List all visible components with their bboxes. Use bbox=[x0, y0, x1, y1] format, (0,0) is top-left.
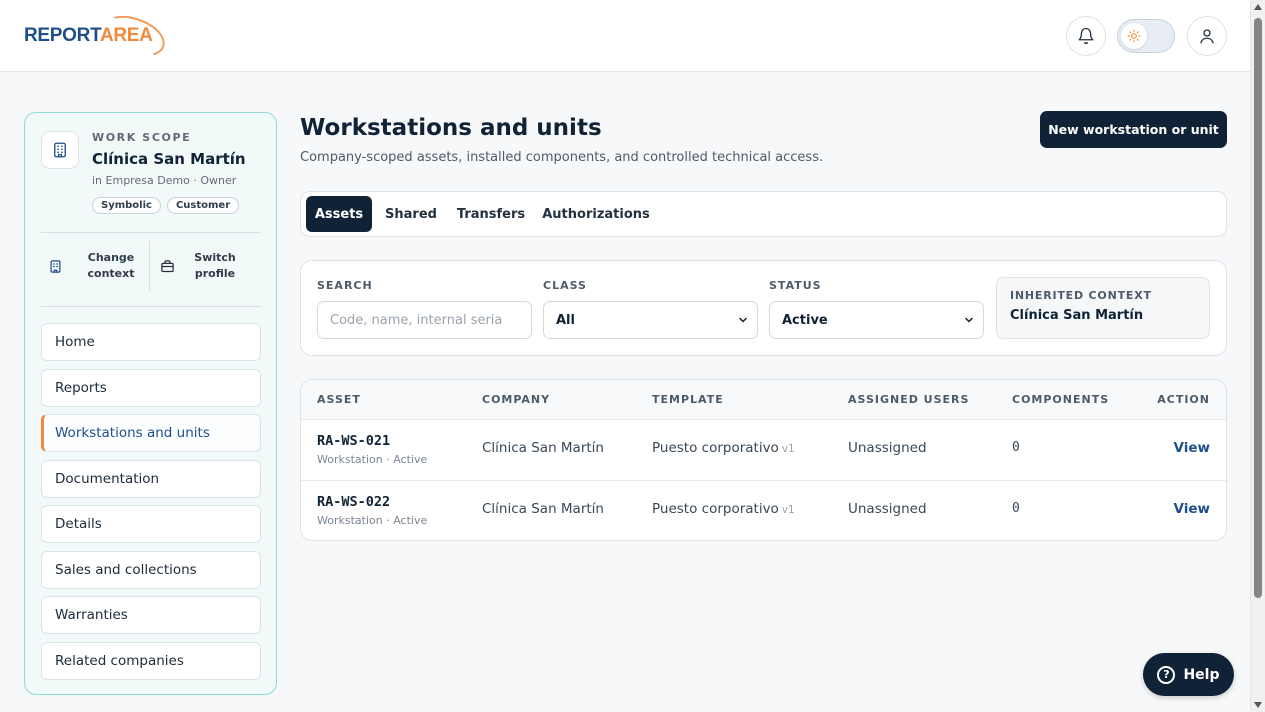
status-select-value: Active bbox=[782, 312, 828, 328]
help-circle-icon: ? bbox=[1157, 665, 1176, 684]
help-label: Help bbox=[1183, 666, 1220, 683]
context-actions: Change context Switch profile bbox=[41, 241, 261, 291]
assets-table: ASSET COMPANY TEMPLATE ASSIGNED USERS CO… bbox=[300, 379, 1227, 541]
building-icon bbox=[41, 131, 79, 169]
table-row[interactable]: RA-WS-022 Workstation · Active Clínica S… bbox=[301, 480, 1226, 540]
work-scope-subtitle: in Empresa Demo · Owner bbox=[92, 174, 237, 187]
asset-assigned-users: Unassigned bbox=[848, 501, 927, 517]
asset-code[interactable]: RA-WS-022 bbox=[317, 494, 390, 510]
tab-bar: Assets Shared Transfers Authorizations bbox=[300, 191, 1227, 237]
scroll-up-arrow-icon[interactable] bbox=[1254, 4, 1262, 10]
class-label: CLASS bbox=[543, 279, 587, 292]
switch-profile-button[interactable]: Switch profile bbox=[157, 241, 239, 291]
chevron-down-icon bbox=[965, 317, 973, 323]
asset-template: Puesto corporativo v1 bbox=[652, 440, 795, 456]
logo-arc bbox=[97, 8, 171, 64]
work-scope-name: Clínica San Martín bbox=[92, 150, 246, 168]
asset-meta: Workstation · Active bbox=[317, 453, 428, 466]
status-label: STATUS bbox=[769, 279, 822, 292]
work-scope-label: WORK SCOPE bbox=[92, 131, 192, 144]
template-name: Puesto corporativo bbox=[652, 501, 779, 517]
tab-transfers[interactable]: Transfers bbox=[451, 196, 531, 232]
column-header-action: ACTION bbox=[1157, 393, 1210, 406]
change-context-button[interactable]: Change context bbox=[45, 241, 135, 291]
tab-assets[interactable]: Assets bbox=[306, 196, 372, 232]
theme-toggle-knob bbox=[1121, 23, 1147, 49]
sidebar-item-details[interactable]: Details bbox=[41, 505, 261, 543]
class-select-value: All bbox=[556, 312, 575, 328]
logo-text-part1: REPORT bbox=[24, 25, 100, 46]
asset-components-count: 0 bbox=[1012, 501, 1020, 516]
user-icon bbox=[1200, 29, 1214, 44]
asset-company: Clínica San Martín bbox=[482, 501, 604, 517]
template-name: Puesto corporativo bbox=[652, 440, 779, 456]
sidebar-item-workstations[interactable]: Workstations and units bbox=[41, 414, 261, 452]
sidebar: WORK SCOPE Clínica San Martín in Empresa… bbox=[24, 112, 277, 695]
sidebar-item-sales[interactable]: Sales and collections bbox=[41, 550, 261, 589]
user-menu-button[interactable] bbox=[1187, 16, 1227, 56]
top-bar: REPORTAREA bbox=[0, 0, 1250, 72]
change-context-label: Change context bbox=[87, 251, 135, 280]
sun-icon bbox=[1127, 29, 1141, 43]
search-label: SEARCH bbox=[317, 279, 373, 292]
page-scrollbar[interactable] bbox=[1250, 0, 1265, 712]
sidebar-item-documentation[interactable]: Documentation bbox=[41, 459, 261, 498]
asset-code[interactable]: RA-WS-021 bbox=[317, 433, 390, 449]
asset-company: Clínica San Martín bbox=[482, 440, 604, 456]
asset-components-count: 0 bbox=[1012, 440, 1020, 455]
filter-panel: SEARCH Code, name, internal seria CLASS … bbox=[300, 260, 1227, 356]
table-row[interactable]: RA-WS-021 Workstation · Active Clínica S… bbox=[301, 420, 1226, 480]
scroll-down-arrow-icon[interactable] bbox=[1254, 702, 1262, 708]
template-version: v1 bbox=[781, 443, 795, 455]
class-select[interactable]: All bbox=[543, 301, 758, 339]
status-select[interactable]: Active bbox=[769, 301, 984, 339]
tab-authorizations[interactable]: Authorizations bbox=[539, 196, 653, 232]
column-header-asset: ASSET bbox=[317, 393, 361, 406]
inherited-context-value: Clínica San Martín bbox=[1010, 308, 1144, 323]
asset-meta: Workstation · Active bbox=[317, 514, 428, 527]
sidebar-item-warranties[interactable]: Warranties bbox=[41, 596, 261, 634]
column-header-template: TEMPLATE bbox=[652, 393, 724, 406]
sidebar-item-home[interactable]: Home bbox=[41, 323, 261, 361]
page-subtitle: Company-scoped assets, installed compone… bbox=[300, 150, 824, 165]
inherited-context-label: INHERITED CONTEXT bbox=[1010, 289, 1152, 302]
page-title: Workstations and units bbox=[300, 115, 602, 141]
view-link[interactable]: View bbox=[1174, 501, 1210, 517]
asset-assigned-users: Unassigned bbox=[848, 440, 927, 456]
inherited-context-box: INHERITED CONTEXT Clínica San Martín bbox=[996, 277, 1210, 339]
column-header-company: COMPANY bbox=[482, 393, 551, 406]
scope-chips: Symbolic Customer bbox=[92, 197, 240, 214]
view-link[interactable]: View bbox=[1174, 440, 1210, 456]
sidebar-item-related-companies[interactable]: Related companies bbox=[41, 641, 261, 680]
briefcase-icon bbox=[157, 256, 177, 276]
notifications-button[interactable] bbox=[1066, 16, 1106, 56]
switch-profile-label: Switch profile bbox=[194, 251, 236, 280]
bell-icon bbox=[1078, 27, 1094, 45]
asset-template: Puesto corporativo v1 bbox=[652, 501, 795, 517]
reportarea-logo[interactable]: REPORTAREA bbox=[24, 8, 171, 64]
new-workstation-button[interactable]: New workstation or unit bbox=[1040, 111, 1227, 148]
template-version: v1 bbox=[781, 504, 795, 516]
divider bbox=[41, 306, 261, 307]
theme-toggle[interactable] bbox=[1117, 19, 1175, 53]
tab-shared[interactable]: Shared bbox=[379, 196, 443, 232]
chip-symbolic: Symbolic bbox=[92, 197, 161, 214]
column-header-components: COMPONENTS bbox=[1012, 393, 1110, 406]
context-separator bbox=[149, 241, 150, 291]
search-input[interactable]: Code, name, internal seria bbox=[317, 301, 532, 339]
help-button[interactable]: ? Help bbox=[1143, 653, 1234, 696]
column-header-assigned-users: ASSIGNED USERS bbox=[848, 393, 970, 406]
building-small-icon bbox=[45, 256, 65, 276]
sidebar-item-reports[interactable]: Reports bbox=[41, 368, 261, 407]
table-header: ASSET COMPANY TEMPLATE ASSIGNED USERS CO… bbox=[301, 380, 1226, 420]
chevron-down-icon bbox=[739, 317, 747, 323]
divider bbox=[41, 232, 261, 233]
scroll-thumb[interactable] bbox=[1254, 18, 1262, 598]
chip-customer: Customer bbox=[166, 197, 240, 214]
